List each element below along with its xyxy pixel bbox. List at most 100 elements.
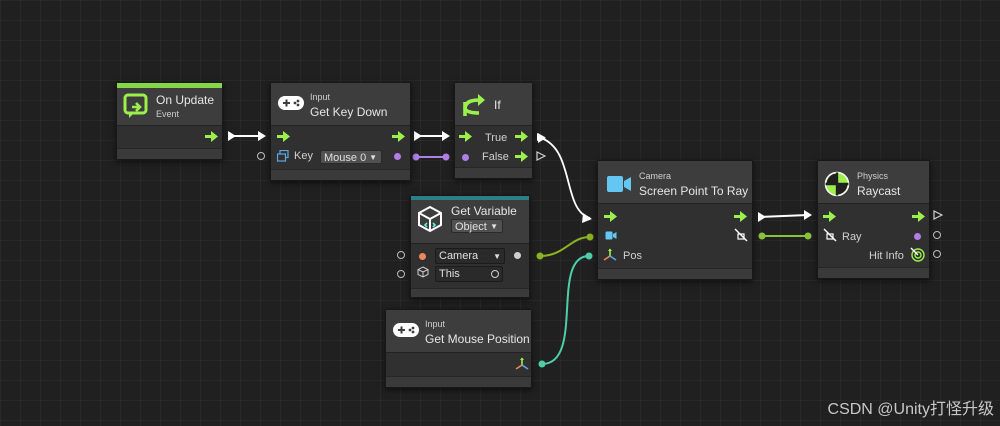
variable-name-field[interactable]: Camera ▼	[435, 248, 505, 264]
screen-point-to-ray-node[interactable]: Camera Screen Point To Ray Pos	[597, 160, 753, 280]
node-footer	[271, 169, 410, 180]
key-dropdown[interactable]: Mouse 0 ▼	[320, 150, 382, 164]
variable-kind-dropdown[interactable]: Object ▼	[451, 219, 503, 233]
bool-output-port[interactable]	[394, 153, 401, 160]
raycast-node[interactable]: Physics Raycast Ray Hit Info	[817, 160, 930, 279]
keycode-icon	[277, 150, 289, 162]
node-footer	[455, 167, 532, 178]
bool-wire-end	[442, 153, 450, 161]
camera-icon[interactable]	[605, 231, 617, 240]
control-input-port[interactable]	[823, 211, 836, 222]
cube-icon	[417, 266, 429, 278]
get-variable-node[interactable]: Get Variable Object ▼ Camera ▼ This	[410, 195, 530, 298]
variable-box-icon	[418, 205, 442, 233]
true-label: True	[485, 132, 508, 144]
chevron-down-icon: ▼	[369, 153, 377, 162]
flow-wire-arrow	[758, 212, 766, 222]
ray-wire-end	[758, 232, 766, 240]
get-mouse-position-node[interactable]: Input Get Mouse Position	[385, 309, 532, 388]
event-accent-bar	[117, 83, 222, 88]
node-body	[598, 203, 752, 270]
node-footer	[818, 267, 929, 278]
false-label: False	[482, 151, 509, 163]
control-output-port[interactable]	[734, 211, 747, 222]
node-title: On Update	[156, 93, 215, 107]
control-input-port[interactable]	[277, 131, 290, 142]
hit-info-port-label: Hit Info	[869, 250, 904, 262]
node-subtitle: Event	[156, 109, 180, 119]
true-exit-port[interactable]	[536, 132, 546, 142]
condition-input-port[interactable]	[462, 154, 469, 161]
flow-wire-arrow	[442, 131, 450, 141]
raycast-exit-port[interactable]	[933, 210, 943, 220]
false-output-port[interactable]	[515, 151, 528, 162]
node-title: Raycast	[857, 184, 901, 198]
key-port-label: Key	[294, 150, 313, 162]
node-body	[386, 352, 531, 379]
variable-kind-value: Object	[455, 221, 487, 233]
name-port-dot[interactable]	[419, 253, 426, 260]
key-input-port[interactable]	[257, 152, 265, 160]
control-output-port[interactable]	[912, 211, 925, 222]
object-wire-end	[536, 252, 544, 260]
object-wire	[539, 236, 591, 257]
node-footer	[411, 288, 529, 297]
vector-wire-end	[585, 252, 593, 260]
target-value: This	[439, 268, 460, 280]
chevron-down-icon: ▼	[493, 252, 501, 261]
ray-wire-end	[804, 232, 812, 240]
raycast-hit-exit-port[interactable]	[933, 250, 941, 258]
flow-wire-arrow	[414, 131, 422, 141]
true-output-port[interactable]	[515, 131, 528, 142]
gamepad-icon	[278, 96, 304, 110]
flow-wire-arrow	[228, 131, 236, 141]
watermark: CSDN @Unity打怪升级	[827, 401, 994, 418]
node-subtitle: Physics	[857, 171, 889, 181]
flow-wire-arrow	[582, 213, 592, 223]
vector-wire	[541, 255, 590, 365]
node-title: If	[494, 98, 501, 112]
get-key-down-node[interactable]: Input Get Key Down Key Mouse 0 ▼	[270, 82, 411, 181]
vector3-icon	[603, 248, 617, 261]
node-footer	[386, 376, 531, 387]
node-subtitle: Camera	[639, 171, 672, 181]
target-picker-icon[interactable]	[491, 270, 499, 278]
physics-ball-icon	[824, 171, 850, 197]
ray-icon[interactable]	[734, 228, 748, 242]
vector-wire-end	[538, 360, 546, 368]
vector3-icon	[515, 357, 529, 370]
control-output-port[interactable]	[205, 131, 218, 142]
node-subtitle: Input	[425, 319, 446, 329]
branch-icon	[463, 94, 485, 116]
variable-name-value: Camera	[439, 250, 479, 262]
bool-wire-end	[412, 153, 420, 161]
variable-accent-bar	[411, 196, 529, 200]
hit-target-icon	[910, 247, 925, 262]
chevron-down-icon: ▼	[490, 222, 498, 231]
flow-wire	[540, 137, 591, 219]
control-input-port[interactable]	[459, 131, 472, 142]
gamepad-icon	[393, 323, 419, 337]
node-title: Screen Point To Ray	[639, 184, 749, 198]
target-field[interactable]: This	[435, 266, 503, 282]
on-update-node[interactable]: On Update Event	[116, 82, 223, 160]
value-output-port[interactable]	[514, 252, 521, 259]
object-wire-end	[586, 233, 594, 241]
camera-icon	[607, 176, 631, 192]
control-input-port[interactable]	[604, 211, 617, 222]
event-loop-icon	[123, 93, 148, 118]
node-title: Get Key Down	[310, 105, 388, 119]
key-dropdown-value: Mouse 0	[324, 152, 367, 164]
raycast-bool-exit-port[interactable]	[933, 231, 941, 239]
name-input-port[interactable]	[397, 251, 405, 259]
target-input-port[interactable]	[397, 270, 405, 278]
node-title: Get Mouse Position	[425, 332, 530, 346]
ray-port-label: Ray	[842, 231, 862, 243]
if-node[interactable]: If True False	[454, 82, 533, 179]
bool-output-port[interactable]	[914, 233, 921, 240]
ray-icon	[823, 228, 837, 242]
node-title: Get Variable	[451, 204, 517, 218]
false-exit-port[interactable]	[536, 151, 546, 161]
control-output-port[interactable]	[392, 131, 405, 142]
flow-wire-arrow	[258, 131, 266, 141]
